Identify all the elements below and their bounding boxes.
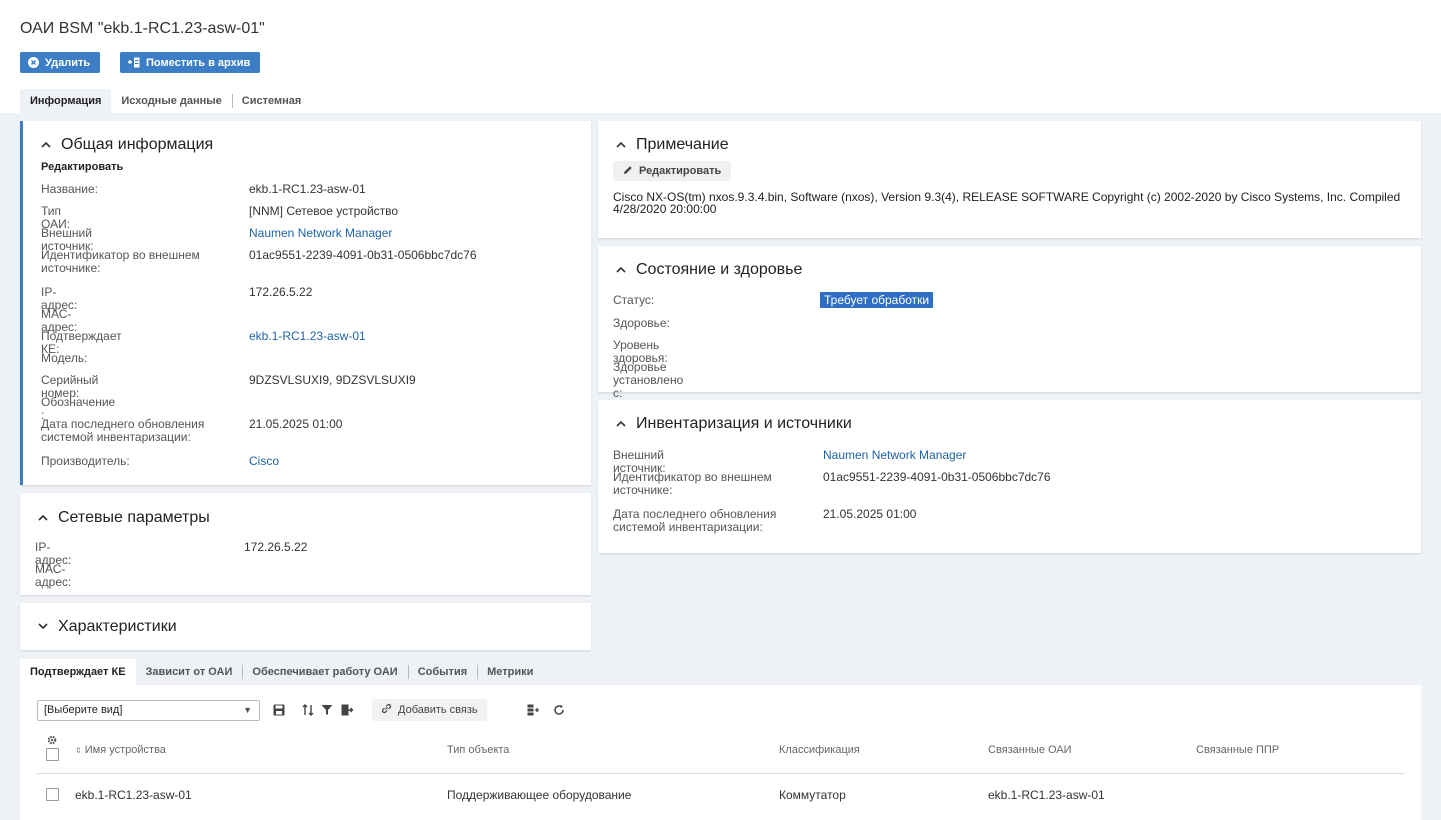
tab-provides[interactable]: Обеспечивает работу ОАИ <box>242 659 407 685</box>
row-checkbox[interactable] <box>46 788 59 801</box>
manufacturer-link[interactable]: Cisco <box>249 454 279 468</box>
label: Название: <box>41 182 98 196</box>
archive-icon <box>128 57 140 68</box>
value: 172.26.5.22 <box>249 285 313 299</box>
tab-information[interactable]: Информация <box>20 89 112 113</box>
note-text: Cisco NX-OS(tm) nxos.9.3.4.bin, Software… <box>613 190 1401 216</box>
top-tabs: Информация Исходные данные Системная <box>20 89 311 113</box>
value: 01ac9551-2239-4091-0b31-0506bbc7dc76 <box>249 248 477 262</box>
view-select-value: [Выберите вид] <box>44 704 123 716</box>
label: Дата последнего обновления системой инве… <box>41 417 205 444</box>
column-header-object-type[interactable]: Тип объекта <box>447 744 509 756</box>
value: 172.26.5.22 <box>244 540 308 554</box>
general-info-card: Общая информация Редактировать Название:… <box>20 121 591 485</box>
characteristics-card: Характеристики <box>20 603 591 650</box>
general-edit-link[interactable]: Редактировать <box>41 161 123 173</box>
page-title: ОАИ BSM "ekb.1-RC1.23-asw-01" <box>20 20 265 37</box>
health-title: Состояние и здоровье <box>636 261 803 278</box>
value: 21.05.2025 01:00 <box>823 507 917 521</box>
filter-icon[interactable] <box>319 702 335 718</box>
health-header[interactable]: Состояние и здоровье <box>616 261 802 279</box>
label: Производитель: <box>41 454 130 468</box>
label: Идентификатор во внешнем источнике: <box>613 470 772 497</box>
label: МАС-адрес: <box>35 562 72 589</box>
characteristics-title: Характеристики <box>58 618 177 635</box>
label: Здоровье установлено с: <box>613 360 684 400</box>
row-related-oai-link[interactable]: ekb.1-RC1.23-asw-01 <box>988 788 1105 802</box>
value: 9DZSVLSUXI9, 9DZSVLSUXI9 <box>249 373 416 387</box>
tab-system[interactable]: Системная <box>231 89 312 113</box>
label: Идентификатор во внешнем источнике: <box>41 248 200 275</box>
column-header-related-oai[interactable]: Связанные ОАИ <box>988 744 1072 756</box>
network-params-card: Сетевые параметры IP-адрес: 172.26.5.22 … <box>20 493 591 595</box>
delete-button-label: Удалить <box>45 56 91 69</box>
health-card: Состояние и здоровье Статус: Требует обр… <box>598 246 1421 400</box>
tab-metrics[interactable]: Метрики <box>477 659 543 685</box>
chevron-up-icon <box>38 512 48 524</box>
link-icon <box>381 703 392 717</box>
value: 01ac9551-2239-4091-0b31-0506bbc7dc76 <box>823 470 1051 484</box>
status-badge: Требует обработки <box>820 292 934 308</box>
column-label: Имя устройства <box>84 744 166 756</box>
row-object-type: Поддерживающее оборудование <box>447 788 632 802</box>
value: 21.05.2025 01:00 <box>249 417 343 431</box>
chevron-up-icon <box>616 139 626 151</box>
note-edit-label: Редактировать <box>639 165 722 177</box>
confirms-ke-link[interactable]: ekb.1-RC1.23-asw-01 <box>249 329 366 343</box>
sort-icon[interactable] <box>300 702 316 718</box>
close-circle-icon <box>28 57 39 68</box>
chevron-up-icon <box>616 264 626 276</box>
row-classification-link[interactable]: Коммутатор <box>779 788 846 802</box>
chevron-down-icon <box>38 621 48 633</box>
chevron-up-icon <box>616 418 626 430</box>
sort-arrows-icon: ⇕ <box>75 746 82 755</box>
view-select[interactable]: [Выберите вид] ▼ <box>37 700 260 721</box>
label: Статус: <box>613 293 655 307</box>
add-relation-label: Добавить связь <box>398 704 478 716</box>
external-source-link[interactable]: Naumen Network Manager <box>249 226 392 240</box>
value: ekb.1-RC1.23-asw-01 <box>249 182 366 196</box>
chevron-up-icon <box>41 139 51 151</box>
value: [NNM] Сетевое устройство <box>249 204 399 218</box>
table-header-divider <box>37 773 1405 774</box>
tab-events[interactable]: События <box>407 659 477 685</box>
characteristics-header[interactable]: Характеристики <box>38 618 177 636</box>
inventory-card: Инвентаризация и источники Внешний источ… <box>598 400 1421 553</box>
relations-table-panel: [Выберите вид] ▼ Добавить связь ⇕ Имя ус… <box>20 685 1421 820</box>
inventory-title: Инвентаризация и источники <box>636 415 852 432</box>
tab-source-data[interactable]: Исходные данные <box>111 89 231 113</box>
label: Здоровье: <box>613 316 670 330</box>
note-header[interactable]: Примечание <box>616 136 729 154</box>
column-header-classification[interactable]: Классификация <box>779 744 860 756</box>
export-icon[interactable] <box>339 702 355 718</box>
inventory-header[interactable]: Инвентаризация и источники <box>616 415 852 433</box>
network-params-title: Сетевые параметры <box>58 509 210 526</box>
column-header-related-ppr[interactable]: Связанные ППР <box>1196 744 1279 756</box>
row-device-name-link[interactable]: ekb.1-RC1.23-asw-01 <box>75 788 192 802</box>
note-edit-button[interactable]: Редактировать <box>613 161 732 181</box>
relation-tabs: Подтверждает КЕ Зависит от ОАИ Обеспечив… <box>20 659 543 685</box>
select-all-checkbox[interactable] <box>46 748 59 761</box>
label: Дата последнего обновления системой инве… <box>613 507 777 534</box>
note-title: Примечание <box>636 136 729 153</box>
refresh-icon[interactable] <box>551 702 567 718</box>
settings-icon[interactable] <box>47 734 57 748</box>
label: Модель: <box>41 351 88 365</box>
inventory-source-link[interactable]: Naumen Network Manager <box>823 448 966 462</box>
tab-depends-on[interactable]: Зависит от ОАИ <box>136 659 243 685</box>
caret-down-icon: ▼ <box>243 705 252 715</box>
delete-button[interactable]: Удалить <box>20 52 101 73</box>
pencil-icon <box>623 165 633 178</box>
archive-button-label: Поместить в архив <box>146 56 251 69</box>
add-column-icon[interactable] <box>525 702 541 718</box>
add-relation-button[interactable]: Добавить связь <box>372 699 487 721</box>
general-info-header[interactable]: Общая информация <box>41 136 213 154</box>
archive-button[interactable]: Поместить в архив <box>120 52 261 73</box>
save-icon[interactable] <box>271 702 287 718</box>
general-info-title: Общая информация <box>61 136 214 153</box>
column-header-device-name[interactable]: ⇕ Имя устройства <box>75 744 166 756</box>
note-card: Примечание Редактировать Cisco NX-OS(tm)… <box>598 121 1421 238</box>
tab-confirms-ke[interactable]: Подтверждает КЕ <box>20 659 136 685</box>
network-params-header[interactable]: Сетевые параметры <box>38 509 210 527</box>
